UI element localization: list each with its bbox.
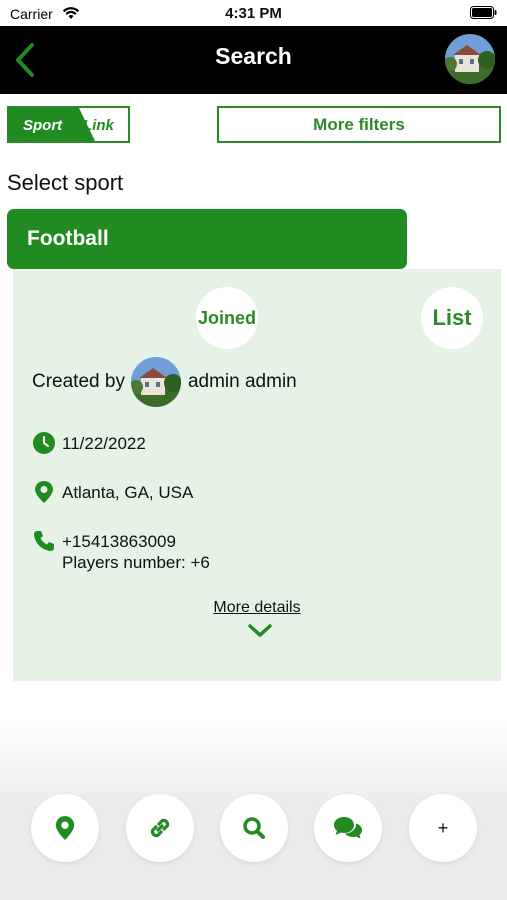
chat-icon (334, 817, 362, 839)
add-icon: + (437, 817, 449, 838)
location-pin-icon (35, 481, 53, 503)
tab-link[interactable] (126, 794, 194, 862)
select-sport-label: Select sport (7, 170, 124, 195)
sport-selector[interactable]: Football (7, 209, 407, 269)
event-date: 11/22/2022 (62, 434, 146, 453)
date-row: 11/22/2022 (32, 431, 146, 455)
status-bar: Carrier 4:31 PM (0, 0, 507, 26)
more-filters-button[interactable]: More filters (217, 106, 501, 143)
creator-row: Created by admin admin (32, 357, 297, 407)
user-avatar[interactable] (445, 34, 495, 84)
joined-button[interactable]: Joined (196, 287, 258, 349)
search-icon (243, 817, 265, 839)
phone-icon (34, 531, 54, 551)
location-row: Atlanta, GA, USA (32, 480, 193, 504)
tab-search[interactable] (220, 794, 288, 862)
more-details-link[interactable]: More details (13, 599, 501, 617)
link-icon (150, 818, 170, 838)
created-by-label: Created by (32, 371, 125, 392)
page-title: Search (215, 43, 292, 69)
clock-icon (33, 432, 55, 454)
tab-add[interactable]: + (409, 794, 477, 862)
logo-text-link: Link (83, 117, 114, 134)
chevron-down-icon[interactable] (247, 623, 273, 639)
event-location: Atlanta, GA, USA (62, 483, 194, 502)
tab-map[interactable] (31, 794, 99, 862)
logo-text-sport: Sport (23, 117, 63, 134)
list-button[interactable]: List (421, 287, 483, 349)
event-card: Joined List Created by admin admin 11/22… (13, 269, 501, 681)
creator-name: admin admin (187, 371, 297, 392)
battery-icon (470, 6, 497, 19)
phone-row: +15413863009 Players number: +6 (32, 529, 210, 573)
sportlink-logo: Sport Link (7, 106, 130, 143)
event-phone: +15413863009 (62, 532, 176, 551)
navigation-bar: Search (0, 26, 507, 94)
location-pin-icon (55, 816, 75, 840)
status-time: 4:31 PM (225, 5, 282, 22)
creator-avatar[interactable] (130, 357, 181, 407)
tab-chat[interactable] (314, 794, 382, 862)
players-number: Players number: +6 (62, 553, 210, 572)
